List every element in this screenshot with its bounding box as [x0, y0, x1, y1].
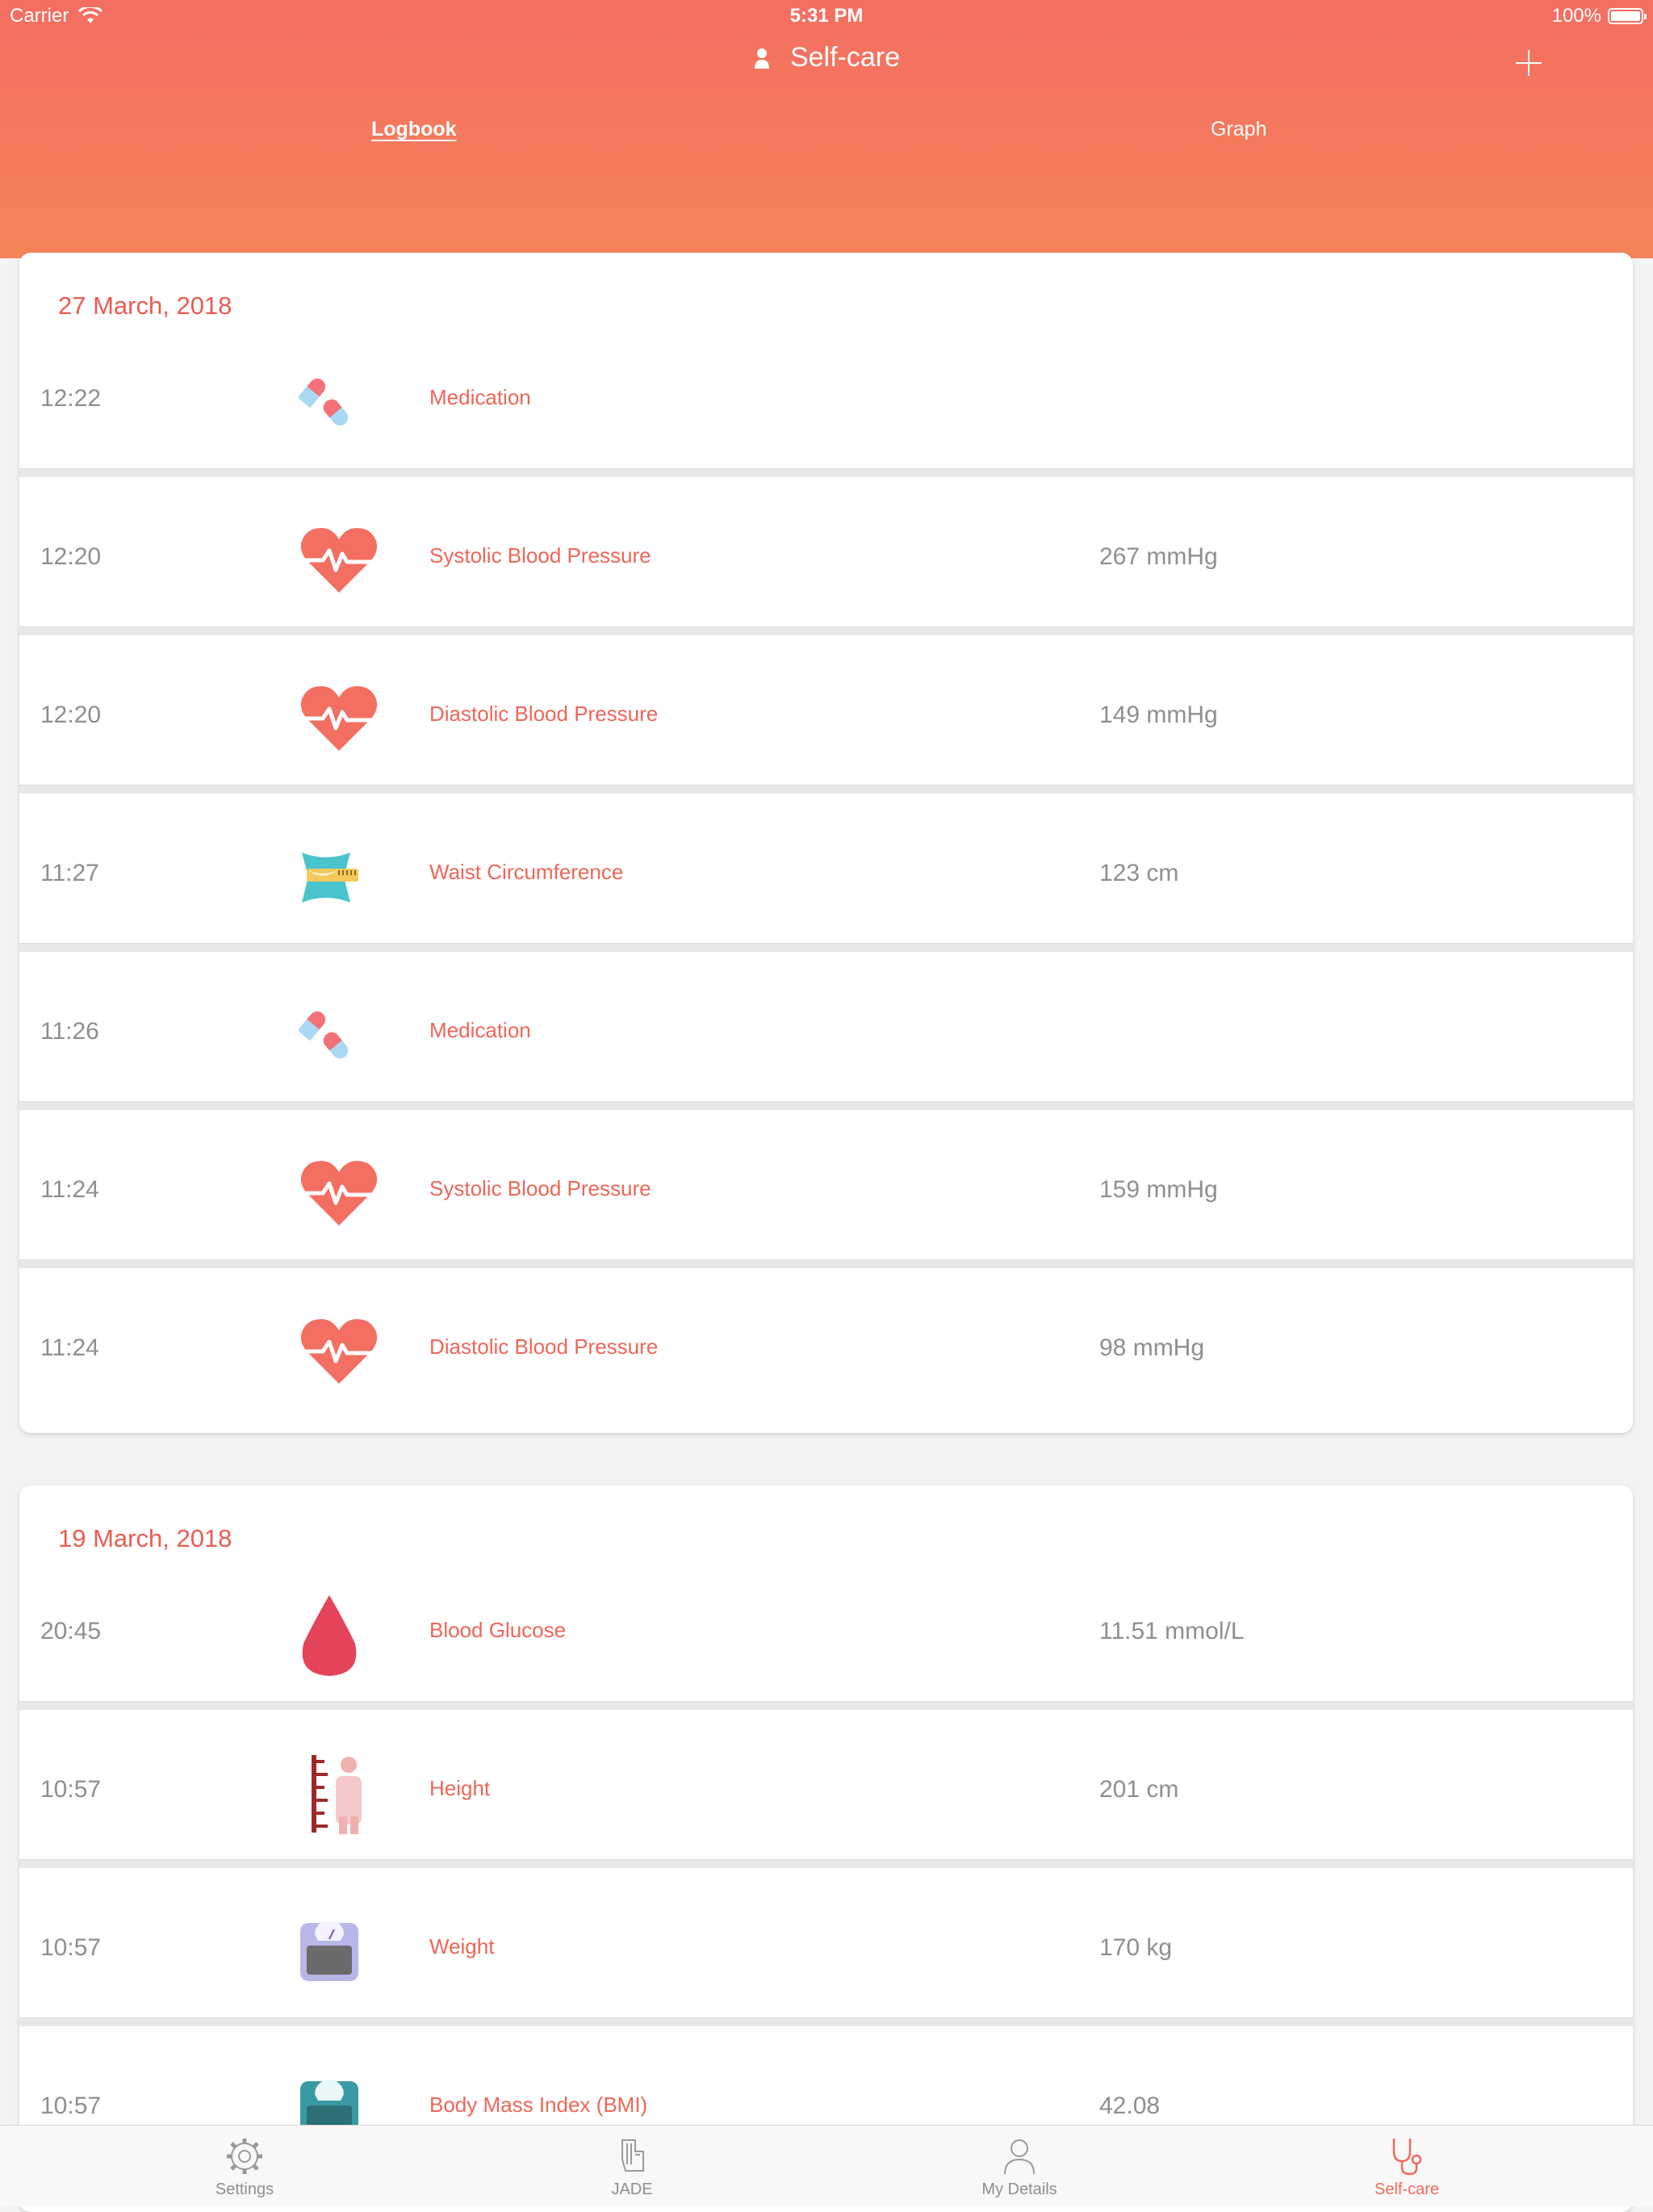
entry-label: Systolic Blood Pressure: [429, 543, 651, 568]
entry-value: 159 mmHg: [1099, 1176, 1218, 1203]
person-icon: [1004, 2139, 1035, 2175]
day-card: 27 March, 2018 12:22 Medication 12:20 Systo…: [19, 253, 1633, 1433]
row-divider: [19, 1859, 1633, 1868]
heart-pulse-icon: [299, 1312, 395, 1393]
entry-time: 12:22: [40, 385, 102, 412]
header: Carrier 5:31 PM 100% Self-care Logbook G…: [0, 0, 1653, 258]
log-entry-row[interactable]: 10:57 Weight 170 kg: [19, 1876, 1633, 2026]
day-date: 19 March, 2018: [58, 1524, 232, 1552]
entry-label: Systolic Blood Pressure: [429, 1176, 651, 1200]
log-entry-row[interactable]: 12:22 Medication: [19, 327, 1633, 477]
tabbar-label: JADE: [611, 2181, 653, 2198]
row-divider: [19, 2017, 1633, 2026]
log-entry-row[interactable]: 11:27 Waist Circumference 123 cm: [19, 802, 1633, 952]
tabbar-item-my-details[interactable]: My Details: [898, 2126, 1140, 2206]
page-title: Self-care: [0, 42, 1653, 73]
tabbar-label: My Details: [981, 2181, 1057, 2198]
row-divider: [19, 1101, 1633, 1110]
pills-icon: [299, 995, 395, 1076]
entry-value: 149 mmHg: [1099, 702, 1218, 728]
add-entry-button[interactable]: [1508, 42, 1550, 84]
tabbar-label: Self-care: [1374, 2181, 1440, 2198]
log-entry-row[interactable]: 20:45 Blood Glucose 11.51 mmol/L: [19, 1560, 1633, 1710]
entry-label: Medication: [429, 385, 531, 409]
tab-logbook[interactable]: Logbook: [371, 118, 457, 141]
tabbar-item-jade[interactable]: JADE: [511, 2126, 753, 2206]
battery-icon: [1608, 8, 1647, 24]
entry-label: Weight: [429, 1934, 495, 1959]
height-icon: [299, 1753, 395, 1834]
user-icon: [754, 48, 769, 69]
entry-label: Height: [429, 1776, 491, 1800]
tabbar-label: Settings: [215, 2181, 274, 2198]
entry-value: 98 mmHg: [1099, 1334, 1205, 1361]
entry-time: 20:45: [40, 1618, 102, 1644]
heart-pulse-icon: [299, 521, 395, 601]
tab-bar: Settings JADE My Details Self-care: [0, 2125, 1653, 2206]
entry-time: 10:57: [40, 1776, 102, 1803]
entry-time: 12:20: [40, 702, 102, 728]
page-title-text: Self-care: [789, 42, 901, 73]
tab-graph[interactable]: Graph: [1211, 118, 1266, 141]
entry-time: 10:57: [40, 2093, 102, 2119]
log-entry-row[interactable]: 11:24 Systolic Blood Pressure 159 mmHg: [19, 1118, 1633, 1268]
battery-status: 100%: [1551, 5, 1647, 27]
entry-time: 12:20: [40, 543, 102, 570]
jade-hand-icon: [621, 2139, 644, 2172]
entry-value: 11.51 mmol/L: [1099, 1618, 1245, 1644]
row-divider: [19, 626, 1633, 635]
pills-icon: [299, 362, 395, 443]
blood-drop-icon: [299, 1595, 395, 1676]
entry-label: Diastolic Blood Pressure: [429, 1334, 659, 1359]
entry-time: 11:27: [40, 860, 99, 886]
row-divider: [19, 468, 1633, 477]
entry-value: 201 cm: [1099, 1776, 1179, 1803]
entry-time: 10:57: [40, 1934, 102, 1961]
stethoscope-icon: [1392, 2139, 1422, 2176]
day-date: 27 March, 2018: [58, 291, 232, 320]
entry-value: 123 cm: [1099, 860, 1179, 886]
tabbar-item-self-care[interactable]: Self-care: [1286, 2126, 1528, 2206]
row-divider: [19, 785, 1633, 794]
day-card: 19 March, 2018 20:45 Blood Glucose 11.51 m…: [19, 1485, 1633, 2212]
entry-value: 170 kg: [1099, 1934, 1173, 1961]
log-entry-row[interactable]: 11:26 Medication: [19, 960, 1633, 1110]
tabbar-item-settings[interactable]: Settings: [123, 2126, 366, 2206]
entry-label: Diastolic Blood Pressure: [429, 702, 659, 726]
scale-icon: [299, 1912, 395, 1992]
entry-value: 267 mmHg: [1099, 543, 1218, 570]
status-time: 5:31 PM: [789, 5, 864, 27]
heart-pulse-icon: [299, 679, 395, 760]
log-entry-row[interactable]: 12:20 Diastolic Blood Pressure 149 mmHg: [19, 643, 1633, 794]
entry-time: 11:26: [40, 1018, 99, 1045]
entry-value: 42.08: [1099, 2093, 1161, 2119]
heart-pulse-icon: [299, 1154, 395, 1234]
log-entry-row[interactable]: 12:20 Systolic Blood Pressure 267 mmHg: [19, 485, 1633, 635]
battery-percent: 100%: [1551, 5, 1601, 27]
status-bar: Carrier 5:31 PM 100%: [0, 0, 1653, 32]
entry-time: 11:24: [40, 1176, 99, 1203]
row-divider: [19, 1259, 1633, 1268]
entry-label: Body Mass Index (BMI): [429, 2093, 648, 2117]
log-entry-row[interactable]: 10:57 Height 201 cm: [19, 1718, 1633, 1868]
row-divider: [19, 1701, 1633, 1710]
gear-icon: [227, 2139, 262, 2174]
entry-label: Blood Glucose: [429, 1618, 567, 1642]
tape-measure-icon: [299, 837, 395, 918]
entry-label: Medication: [429, 1018, 531, 1042]
log-entry-row[interactable]: 11:24 Diastolic Blood Pressure 98 mmHg: [19, 1276, 1633, 1426]
entry-label: Waist Circumference: [429, 860, 624, 884]
row-divider: [19, 943, 1633, 952]
entry-time: 11:24: [40, 1334, 99, 1361]
